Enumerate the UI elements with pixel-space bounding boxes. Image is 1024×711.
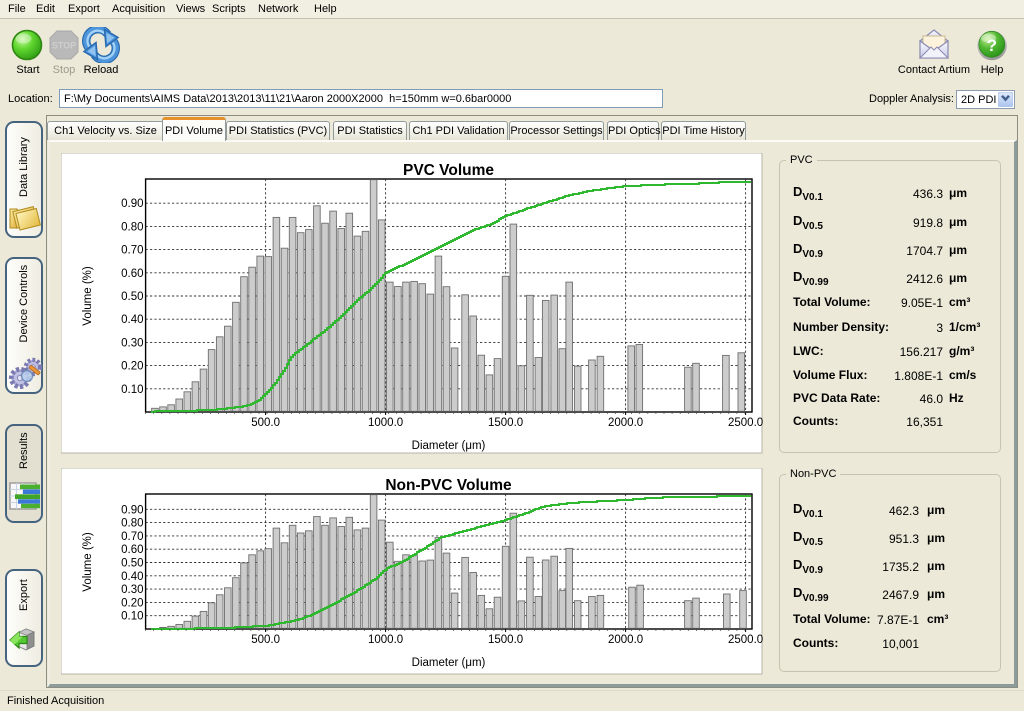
svg-text:Non-PVC Volume: Non-PVC Volume: [385, 477, 512, 494]
svg-text:0.30: 0.30: [121, 584, 143, 596]
svg-text:0.90: 0.90: [121, 198, 143, 210]
svg-text:0.40: 0.40: [121, 571, 143, 583]
svg-text:STOP: STOP: [52, 41, 76, 51]
svg-text:0.80: 0.80: [121, 221, 143, 233]
svg-text:0.80: 0.80: [121, 518, 143, 530]
svg-text:?: ?: [987, 36, 997, 55]
svg-text:0.50: 0.50: [121, 558, 143, 570]
svg-text:Diameter (μm): Diameter (μm): [412, 657, 486, 669]
svg-text:1000.0: 1000.0: [368, 634, 403, 646]
svg-text:0.50: 0.50: [121, 291, 143, 303]
svg-text:0.10: 0.10: [121, 611, 143, 623]
svg-text:Volume (%): Volume (%): [82, 266, 94, 326]
svg-text:0.20: 0.20: [121, 597, 143, 609]
svg-text:0.20: 0.20: [121, 361, 143, 373]
svg-text:0.60: 0.60: [121, 268, 143, 280]
svg-text:0.30: 0.30: [121, 337, 143, 349]
svg-text:0.70: 0.70: [121, 245, 143, 257]
svg-text:2500.0: 2500.0: [728, 634, 763, 646]
svg-text:500.0: 500.0: [251, 634, 280, 646]
svg-text:Diameter (μm): Diameter (μm): [412, 440, 486, 452]
svg-text:0.70: 0.70: [121, 531, 143, 543]
svg-text:PVC Volume: PVC Volume: [403, 162, 494, 179]
svg-text:0.60: 0.60: [121, 544, 143, 556]
svg-text:500.0: 500.0: [251, 417, 280, 429]
svg-text:1500.0: 1500.0: [488, 634, 523, 646]
svg-text:0.10: 0.10: [121, 384, 143, 396]
svg-text:2000.0: 2000.0: [608, 417, 643, 429]
svg-text:0.40: 0.40: [121, 314, 143, 326]
svg-text:2000.0: 2000.0: [608, 634, 643, 646]
svg-text:2500.0: 2500.0: [728, 417, 763, 429]
svg-text:Volume (%): Volume (%): [82, 532, 94, 592]
svg-text:0.90: 0.90: [121, 504, 143, 516]
svg-text:1000.0: 1000.0: [368, 417, 403, 429]
svg-text:1500.0: 1500.0: [488, 417, 523, 429]
